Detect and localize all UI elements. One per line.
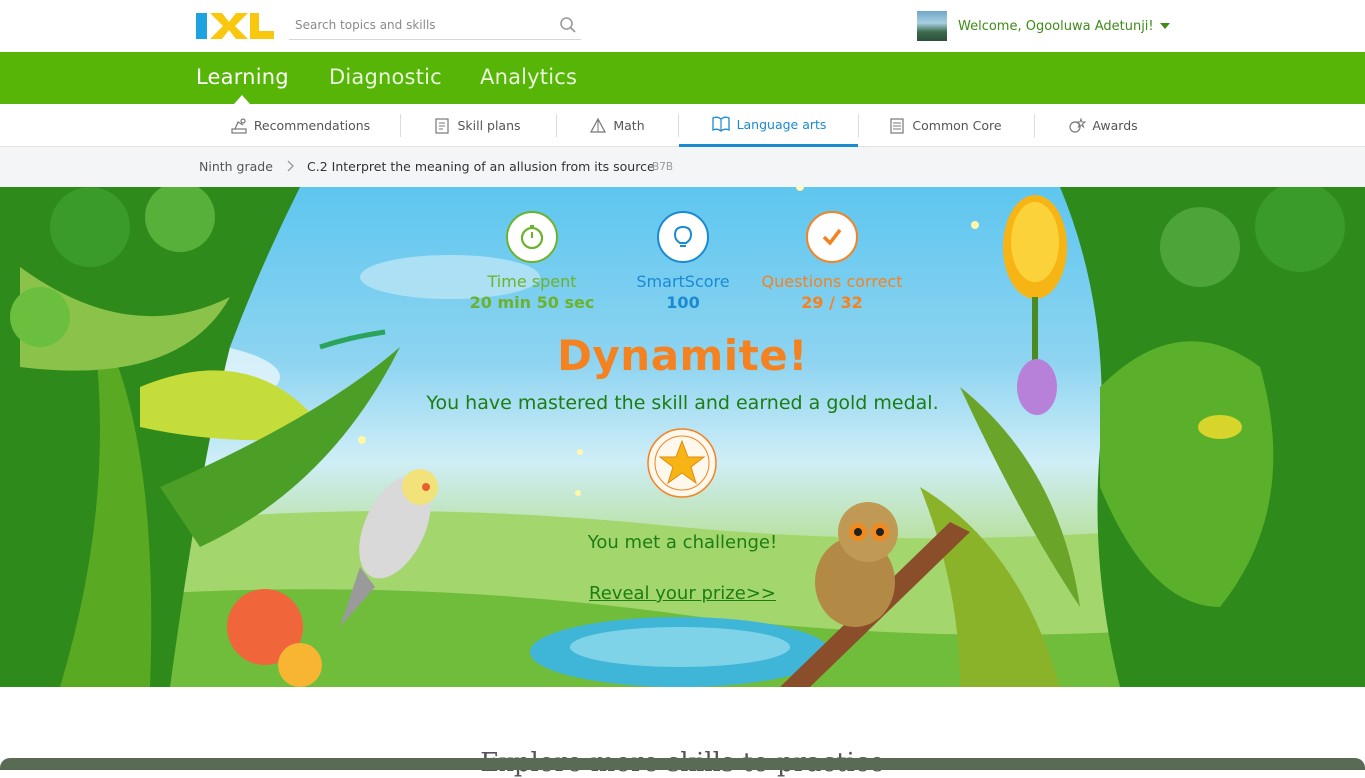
divider bbox=[1034, 114, 1035, 137]
results-hero: Time spent 20 min 50 sec SmartScore 100 … bbox=[0, 187, 1365, 687]
tab-label: Math bbox=[613, 118, 645, 133]
tab-math[interactable]: Math bbox=[572, 104, 662, 147]
smartscore-stat: SmartScore 100 bbox=[603, 211, 763, 312]
tab-label: Awards bbox=[1092, 118, 1138, 133]
user-menu[interactable]: Welcome, Ogooluwa Adetunji! bbox=[917, 11, 1170, 41]
skill-code: B7B bbox=[652, 161, 674, 173]
time-label: Time spent bbox=[487, 272, 577, 291]
divider bbox=[400, 114, 401, 137]
reveal-prize-link[interactable]: Reveal your prize>> bbox=[589, 583, 776, 604]
breadcrumb: Ninth grade C.2 Interpret the meaning of… bbox=[0, 147, 1365, 187]
correct-value: 29 / 32 bbox=[801, 293, 863, 312]
tab-language-arts[interactable]: Language arts bbox=[679, 104, 858, 147]
tab-label: Recommendations bbox=[253, 118, 371, 133]
checkmark-icon bbox=[806, 211, 858, 263]
active-tab-pointer bbox=[234, 95, 250, 104]
tab-skill-plans[interactable]: Skill plans bbox=[418, 104, 536, 147]
bottom-panel bbox=[0, 758, 1365, 770]
gold-medal-icon bbox=[647, 428, 717, 498]
welcome-text[interactable]: Welcome, Ogooluwa Adetunji! bbox=[958, 19, 1154, 34]
tab-label: Skill plans bbox=[457, 118, 521, 133]
challenge-message: You met a challenge! bbox=[587, 532, 778, 553]
breadcrumb-grade[interactable]: Ninth grade bbox=[199, 159, 273, 174]
top-bar: Welcome, Ogooluwa Adetunji! bbox=[0, 0, 1365, 52]
ixl-logo[interactable] bbox=[196, 12, 274, 40]
divider bbox=[858, 114, 859, 137]
search-box[interactable] bbox=[289, 12, 581, 40]
sub-nav: Recommendations Skill plans Math Languag… bbox=[0, 104, 1365, 147]
search-icon[interactable] bbox=[559, 16, 577, 34]
chevron-right-icon bbox=[287, 160, 294, 172]
tab-diagnostic[interactable]: Diagnostic bbox=[329, 65, 442, 89]
math-icon bbox=[590, 117, 607, 133]
ixl-logo-icon bbox=[196, 13, 274, 39]
questions-correct-stat: Questions correct 29 / 32 bbox=[752, 211, 912, 312]
tab-common-core[interactable]: Common Core bbox=[872, 104, 1018, 147]
tab-label: Language arts bbox=[736, 116, 827, 132]
smartscore-value: 100 bbox=[666, 293, 700, 312]
time-value: 20 min 50 sec bbox=[469, 293, 595, 312]
search-input[interactable] bbox=[289, 12, 549, 38]
recommendations-icon bbox=[231, 117, 247, 134]
avatar[interactable] bbox=[917, 11, 947, 41]
lightbulb-icon bbox=[657, 211, 709, 263]
skill-plans-icon bbox=[435, 117, 450, 134]
stopwatch-icon bbox=[506, 211, 558, 263]
tab-analytics[interactable]: Analytics bbox=[480, 65, 577, 89]
headline: Dynamite! bbox=[557, 331, 808, 380]
chevron-down-icon[interactable] bbox=[1159, 23, 1170, 29]
common-core-icon bbox=[890, 117, 904, 134]
tab-learning[interactable]: Learning bbox=[196, 65, 289, 89]
tab-recommendations[interactable]: Recommendations bbox=[218, 104, 382, 147]
language-arts-icon bbox=[711, 116, 730, 132]
divider bbox=[556, 114, 557, 137]
breadcrumb-skill: C.2 Interpret the meaning of an allusion… bbox=[307, 159, 655, 174]
awards-icon bbox=[1069, 116, 1087, 133]
mastery-message: You have mastered the skill and earned a… bbox=[426, 392, 939, 414]
correct-label: Questions correct bbox=[761, 272, 903, 291]
tab-label: Common Core bbox=[912, 118, 1002, 133]
prize-link-wrap: Reveal your prize>> bbox=[0, 583, 1365, 604]
tab-awards[interactable]: Awards bbox=[1052, 104, 1154, 147]
smartscore-label: SmartScore bbox=[636, 272, 730, 291]
main-nav: Learning Diagnostic Analytics bbox=[0, 52, 1365, 104]
time-spent-stat: Time spent 20 min 50 sec bbox=[452, 211, 612, 312]
